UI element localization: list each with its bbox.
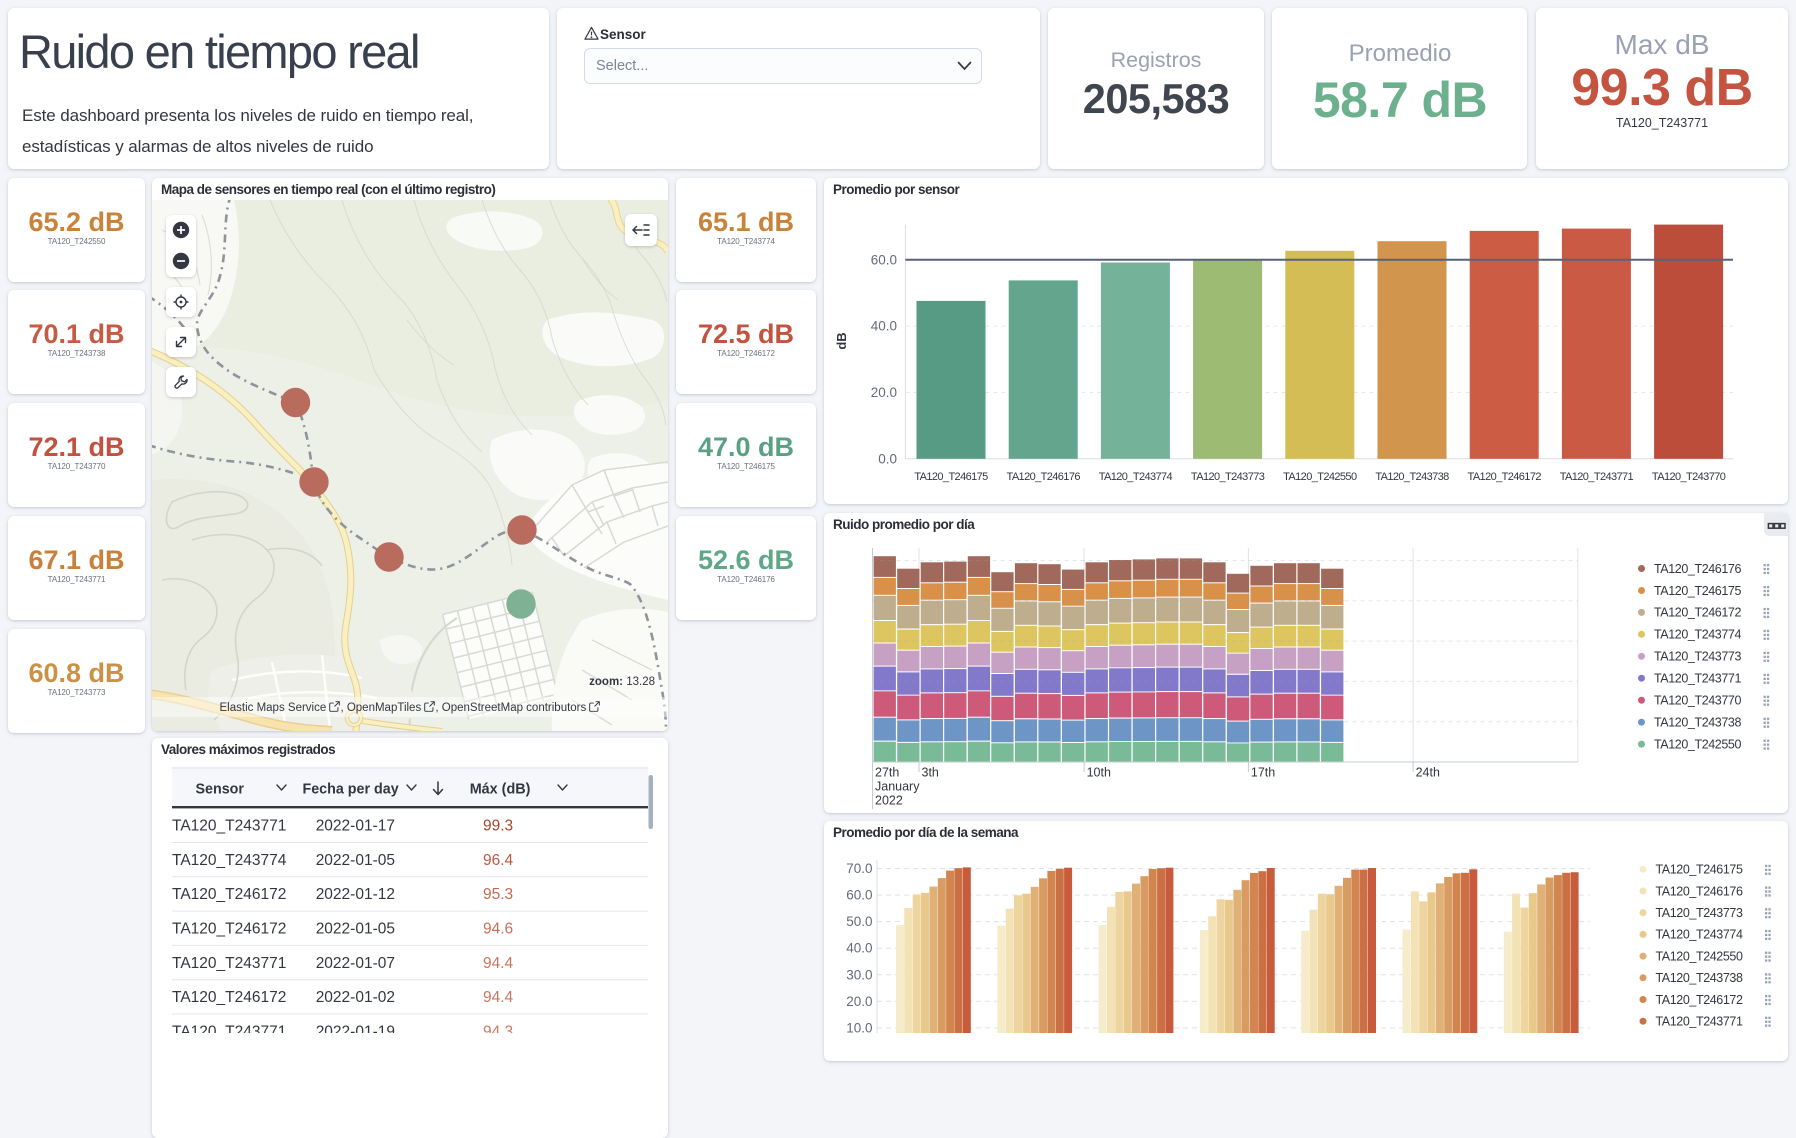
svg-text:99.3: 99.3 [483,818,513,835]
svg-text:TA120_T246172: TA120_T246172 [1468,471,1542,483]
svg-text:TA120_T243771: TA120_T243771 [172,1023,286,1033]
svg-text:TA120_T246176: TA120_T246176 [1007,471,1081,483]
svg-text:Máx (dB): Máx (dB) [470,782,531,798]
svg-text:TA120_T243774: TA120_T243774 [172,852,287,869]
svg-text:TA120_T243774: TA120_T243774 [1099,471,1173,483]
svg-text:27th: 27th [875,766,899,780]
svg-text:50.0: 50.0 [846,914,872,929]
svg-text:Sensor: Sensor [196,782,245,798]
svg-text:TA120_T246175: TA120_T246175 [914,471,988,483]
svg-text:40.0: 40.0 [871,319,897,334]
svg-text:TA120_T246172: TA120_T246172 [172,886,286,903]
svg-text:70.0: 70.0 [846,861,872,876]
svg-text:TA120_T243771: TA120_T243771 [172,955,286,972]
svg-text:17th: 17th [1251,766,1275,780]
svg-text:TA120_T246172: TA120_T246172 [172,989,286,1006]
svg-text:TA120_T246176: TA120_T246176 [1656,884,1743,898]
svg-text:TA120_T246172: TA120_T246172 [172,921,286,938]
svg-text:94.6: 94.6 [483,921,513,938]
svg-text:0.0: 0.0 [878,451,897,466]
svg-text:94.3: 94.3 [483,1023,513,1033]
svg-text:TA120_T243738: TA120_T243738 [1375,471,1449,483]
svg-text:24th: 24th [1416,766,1440,780]
svg-text:2022-01-05: 2022-01-05 [316,921,395,938]
svg-text:20.0: 20.0 [846,994,872,1009]
svg-text:TA120_T246176: TA120_T246176 [1654,562,1741,576]
svg-text:TA120_T243771: TA120_T243771 [1654,672,1741,686]
svg-text:60.0: 60.0 [871,252,897,267]
svg-text:2022-01-02: 2022-01-02 [316,989,395,1006]
svg-text:TA120_T243774: TA120_T243774 [1656,928,1743,942]
svg-text:2022-01-05: 2022-01-05 [316,852,395,869]
svg-text:2022-01-12: 2022-01-12 [316,886,395,903]
svg-text:20.0: 20.0 [871,385,897,400]
svg-text:2022-01-19: 2022-01-19 [316,1023,395,1033]
svg-text:TA120_T246172: TA120_T246172 [1654,606,1741,620]
svg-text:dB: dB [834,332,849,349]
svg-text:30.0: 30.0 [846,967,872,982]
svg-text:60.0: 60.0 [846,888,872,903]
svg-text:10th: 10th [1087,766,1111,780]
svg-text:94.4: 94.4 [483,989,514,1006]
svg-text:Fecha per day: Fecha per day [303,782,399,798]
svg-text:94.4: 94.4 [483,955,514,972]
svg-text:TA120_T243738: TA120_T243738 [1656,971,1743,985]
svg-text:95.3: 95.3 [483,886,513,903]
svg-text:TA120_T243738: TA120_T243738 [1654,716,1741,730]
svg-text:TA120_T243771: TA120_T243771 [1560,471,1634,483]
svg-text:TA120_T243770: TA120_T243770 [1652,471,1726,483]
svg-text:2022-01-17: 2022-01-17 [316,818,395,835]
svg-text:TA120_T246172: TA120_T246172 [1656,993,1743,1007]
svg-text:TA120_T243773: TA120_T243773 [1654,650,1741,664]
svg-text:TA120_T246175: TA120_T246175 [1654,584,1741,598]
svg-text:40.0: 40.0 [846,941,872,956]
svg-text:TA120_T243774: TA120_T243774 [1654,628,1741,642]
svg-text:January: January [875,780,920,794]
svg-text:TA120_T243770: TA120_T243770 [1654,694,1741,708]
svg-text:2022: 2022 [875,794,903,808]
svg-text:TA120_T246175: TA120_T246175 [1656,863,1743,877]
svg-text:2022-01-07: 2022-01-07 [316,955,395,972]
svg-text:TA120_T243773: TA120_T243773 [1191,471,1265,483]
svg-text:TA120_T242550: TA120_T242550 [1656,949,1743,963]
svg-text:TA120_T242550: TA120_T242550 [1654,737,1741,751]
svg-text:TA120_T242550: TA120_T242550 [1283,471,1357,483]
svg-text:TA120_T243771: TA120_T243771 [172,818,286,835]
svg-text:TA120_T243773: TA120_T243773 [1656,906,1743,920]
svg-text:3th: 3th [922,766,939,780]
svg-text:96.4: 96.4 [483,852,514,869]
svg-text:TA120_T243771: TA120_T243771 [1656,1015,1743,1029]
svg-text:10.0: 10.0 [846,1020,872,1033]
